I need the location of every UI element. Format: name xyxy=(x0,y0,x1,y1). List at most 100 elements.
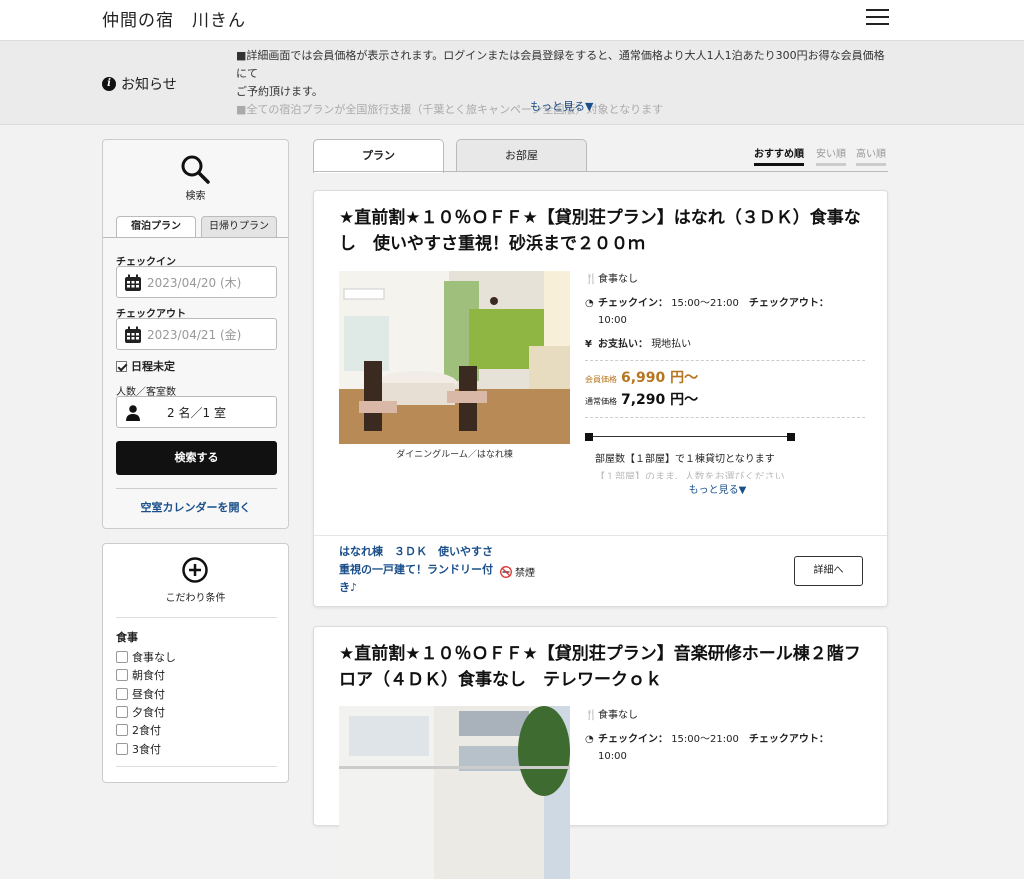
tab-divider xyxy=(103,237,288,238)
divider xyxy=(116,488,277,489)
photo-caption: ダイニングルーム／はなれ棟 xyxy=(396,450,513,460)
checkin-time-label: チェックイン： xyxy=(598,734,668,745)
plan-info: 🍴 食事なし ◔ チェックイン： 15:00〜21:00 チェックアウト： 10:00 xyxy=(585,707,865,772)
guests-field[interactable]: 2 名／1 室 xyxy=(116,396,277,428)
divider xyxy=(314,535,887,536)
meal-option[interactable]: 食事なし xyxy=(116,648,176,666)
meal-option-label: 昼食付 xyxy=(132,687,165,701)
undecided-checkbox-row[interactable]: 日程未定 xyxy=(116,358,175,374)
no-smoking-icon xyxy=(500,565,512,578)
range-end xyxy=(787,433,795,441)
range-start xyxy=(585,433,593,441)
plan-card: ★直前割★１０％ＯＦＦ★【貸別荘プラン】はなれ（３ＤＫ）食事なし 使いやすさ重視… xyxy=(313,190,888,607)
person-icon xyxy=(126,405,140,421)
tab-plan[interactable]: プラン xyxy=(313,139,444,173)
payment-value: 現地払い xyxy=(651,339,692,350)
notice-label: お知らせ xyxy=(121,77,177,93)
nosmoking-label: 禁煙 xyxy=(515,568,535,579)
meal-option[interactable]: 3食付 xyxy=(116,739,176,757)
meal-info: 🍴 食事なし xyxy=(585,707,865,724)
nosmoking-badge: 禁煙 xyxy=(500,564,535,579)
range-indicator xyxy=(585,432,795,442)
detail-button[interactable]: 詳細へ xyxy=(794,556,863,586)
info-icon: i xyxy=(102,77,116,91)
meal-checkbox[interactable] xyxy=(116,651,128,664)
meal-option[interactable]: 夕食付 xyxy=(116,703,176,721)
plan-more-link[interactable]: もっと見る▼ xyxy=(585,481,850,496)
checkout-value: 2023/04/21 (金) xyxy=(147,327,242,342)
checkin-field[interactable]: 2023/04/20 (木) xyxy=(116,266,277,298)
notice-bar: i お知らせ ■詳細画面では会員価格が表示されます。ログインまたは会員登録をする… xyxy=(0,40,1024,125)
calendar-link[interactable]: 空室カレンダーを開く xyxy=(103,499,288,515)
room-note-line: 部屋数【１部屋】で１棟貸切となります xyxy=(595,454,775,465)
checkin-time: 15:00〜21:00 xyxy=(671,734,739,745)
room-note-line: 【１部屋】のまま、人数をお選びください xyxy=(595,472,785,479)
plan-title[interactable]: ★直前割★１０％ＯＦＦ★【貸別荘プラン】はなれ（３ＤＫ）食事なし 使いやすさ重視… xyxy=(339,205,864,257)
room-note: 部屋数【１部屋】で１棟貸切となります 【１部屋】のまま、人数をお選びください xyxy=(585,451,865,479)
site-header: 仲間の宿 川きん xyxy=(0,0,1024,40)
divider xyxy=(116,617,277,618)
tab-rooms[interactable]: お部屋 xyxy=(456,139,587,172)
meal-option[interactable]: 2食付 xyxy=(116,721,176,739)
plan-photo[interactable] xyxy=(339,706,570,879)
room-name-link[interactable]: はなれ棟 ３ＤＫ 使いやすさ重視の一戸建て！ランドリー付き♪ xyxy=(339,543,499,597)
clock-icon: ◔ xyxy=(585,734,594,745)
meal-option-label: 朝食付 xyxy=(132,669,165,683)
tab-day-plan[interactable]: 日帰りプラン xyxy=(201,216,277,238)
meal-text: 食事なし xyxy=(598,274,638,285)
search-panel: 検索 宿泊プラン 日帰りプラン チェックイン 2023/04/20 (木) チェ… xyxy=(102,139,289,529)
payment-info: ¥ お支払い： 現地払い xyxy=(585,336,865,353)
payment-label: お支払い： xyxy=(598,339,648,350)
undecided-label: 日程未定 xyxy=(131,360,175,373)
calendar-icon xyxy=(125,326,141,343)
meal-heading: 食事 xyxy=(116,631,138,644)
meal-checkbox[interactable] xyxy=(116,742,128,755)
plan-photo[interactable] xyxy=(339,271,570,444)
search-title: 検索 xyxy=(185,191,206,202)
meal-option-label: 夕食付 xyxy=(132,706,165,720)
search-button[interactable]: 検索する xyxy=(116,441,277,475)
site-title[interactable]: 仲間の宿 川きん xyxy=(102,6,246,31)
meal-text: 食事なし xyxy=(598,710,638,721)
notice-line: ■詳細画面では会員価格が表示されます。ログインまたは会員登録をすると、通常価格よ… xyxy=(236,49,885,80)
time-info: ◔ チェックイン： 15:00〜21:00 チェックアウト： 10:00 xyxy=(585,295,865,329)
meal-option[interactable]: 朝食付 xyxy=(116,666,176,684)
menu-icon[interactable] xyxy=(866,9,889,25)
meal-checkbox[interactable] xyxy=(116,706,128,719)
meal-option-label: 3食付 xyxy=(132,742,161,756)
meal-checkbox[interactable] xyxy=(116,669,128,682)
meal-list: 食事なし 朝食付 昼食付 夕食付 2食付 3食付 xyxy=(116,648,176,758)
conditions-panel: こだわり条件 食事 食事なし 朝食付 昼食付 夕食付 2食付 3食付 xyxy=(102,543,289,783)
meal-checkbox[interactable] xyxy=(116,687,128,700)
cutlery-icon: 🍴 xyxy=(585,274,598,285)
member-price: 6,990 円〜 xyxy=(621,370,699,386)
plus-circle-icon xyxy=(182,557,208,583)
checkout-time: 10:00 xyxy=(598,751,627,762)
clock-icon: ◔ xyxy=(585,298,594,309)
checkin-time-label: チェックイン： xyxy=(598,298,668,309)
meal-option-label: 食事なし xyxy=(132,651,176,665)
plan-card: ★直前割★１０％ＯＦＦ★【貸別荘プラン】音楽研修ホール棟２階フロア（４ＤＫ）食事… xyxy=(313,626,888,879)
notice-heading: i お知らせ xyxy=(102,74,177,94)
plan-info: 🍴 食事なし ◔ チェックイン： 15:00〜21:00 チェックアウト： 10:00… xyxy=(585,271,865,496)
notice-more-link[interactable]: もっと見る▼ xyxy=(530,98,593,114)
checkout-field[interactable]: 2023/04/21 (金) xyxy=(116,318,277,350)
regular-price: 7,290 円〜 xyxy=(621,392,699,408)
plan-title[interactable]: ★直前割★１０％ＯＦＦ★【貸別荘プラン】音楽研修ホール棟２階フロア（４ＤＫ）食事… xyxy=(339,641,864,693)
meal-checkbox[interactable] xyxy=(116,724,128,737)
sort-recommended[interactable]: おすすめ順 xyxy=(754,145,804,166)
meal-option[interactable]: 昼食付 xyxy=(116,685,176,703)
conditions-title: こだわり条件 xyxy=(165,593,226,604)
search-icon xyxy=(181,155,210,184)
cutlery-icon: 🍴 xyxy=(585,710,598,721)
tab-divider xyxy=(313,171,888,172)
price-box: 会員価格 6,990 円〜 通常価格 7,290 円〜 xyxy=(585,360,865,418)
meal-option-label: 2食付 xyxy=(132,724,161,738)
sort-expensive[interactable]: 高い順 xyxy=(856,145,886,166)
undecided-checkbox[interactable] xyxy=(116,360,127,372)
tab-stay-plan[interactable]: 宿泊プラン xyxy=(116,216,196,238)
sort-cheapest[interactable]: 安い順 xyxy=(816,145,846,166)
member-price-label: 会員価格 xyxy=(585,375,617,384)
yen-icon: ¥ xyxy=(585,339,592,350)
regular-price-label: 通常価格 xyxy=(585,397,617,406)
